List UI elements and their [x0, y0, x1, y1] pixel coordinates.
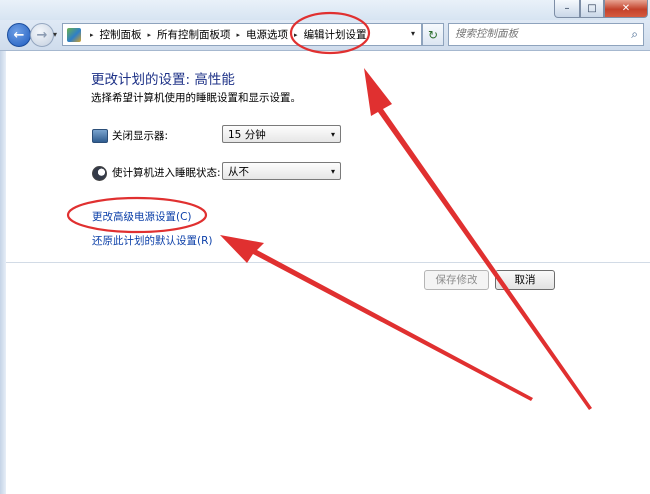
back-arrow-icon: ← [13, 27, 25, 43]
page-title: 更改计划的设置: 高性能 [91, 72, 235, 88]
forward-arrow-icon: → [36, 27, 48, 43]
breadcrumb-separator[interactable]: ▸ [237, 31, 241, 39]
search-box[interactable]: ⌕ [448, 23, 644, 46]
breadcrumb-edit-plan[interactable]: 编辑计划设置 [304, 27, 367, 42]
save-changes-button[interactable]: 保存修改 [424, 270, 489, 290]
sleep-value: 从不 [228, 166, 249, 178]
recent-pages-button[interactable]: ▾ [53, 30, 57, 39]
breadcrumb-separator[interactable]: ▸ [294, 31, 298, 39]
chevron-down-icon: ▾ [330, 130, 335, 139]
plan-settings-panel: 更改计划的设置: 高性能 选择希望计算机使用的睡眠设置和显示设置。 关闭显示器:… [6, 51, 650, 494]
breadcrumb-separator[interactable]: ▸ [148, 31, 152, 39]
back-button[interactable]: ← [7, 23, 31, 47]
display-off-select[interactable]: 15 分钟 ▾ [222, 125, 341, 143]
restore-defaults-link[interactable]: 还原此计划的默认设置(R) [92, 233, 213, 248]
display-off-value: 15 分钟 [228, 129, 266, 141]
minimize-button[interactable]: – [554, 0, 580, 18]
breadcrumb-power-options[interactable]: 电源选项 [246, 27, 288, 42]
monitor-icon [92, 129, 108, 143]
sleep-label: 使计算机进入睡眠状态: [112, 167, 221, 179]
search-icon[interactable]: ⌕ [631, 27, 638, 42]
advanced-power-settings-link[interactable]: 更改高级电源设置(C) [92, 209, 192, 224]
refresh-icon: ↻ [427, 27, 439, 42]
display-off-label: 关闭显示器: [112, 130, 169, 142]
control-panel-icon [67, 27, 81, 42]
chevron-down-icon: ▾ [330, 167, 335, 176]
search-input[interactable] [449, 24, 620, 43]
refresh-button[interactable]: ↻ [422, 23, 444, 46]
page-subtitle: 选择希望计算机使用的睡眠设置和显示设置。 [91, 92, 301, 104]
forward-button[interactable]: → [30, 23, 54, 47]
cancel-button[interactable]: 取消 [495, 270, 555, 290]
breadcrumb-control-panel[interactable]: 控制面板 [100, 27, 142, 42]
sleep-select[interactable]: 从不 ▾ [222, 162, 341, 180]
breadcrumb-separator[interactable]: ▸ [90, 31, 94, 39]
moon-icon [92, 166, 107, 181]
address-dropdown-icon[interactable]: ▾ [411, 29, 415, 38]
maximize-button[interactable]: □ [580, 0, 604, 18]
address-bar[interactable]: ▸ 控制面板 ▸ 所有控制面板项 ▸ 电源选项 ▸ 编辑计划设置 ▾ [62, 23, 422, 46]
breadcrumb-all-items[interactable]: 所有控制面板项 [157, 27, 231, 42]
close-button[interactable]: ✕ [604, 0, 648, 18]
navigation-bar: ← → ▾ ▸ 控制面板 ▸ 所有控制面板项 ▸ 电源选项 ▸ 编辑计划设置 ▾… [0, 20, 650, 51]
title-bar: – □ ✕ [0, 0, 650, 20]
window-controls: – □ ✕ [554, 0, 648, 18]
divider [6, 262, 650, 263]
